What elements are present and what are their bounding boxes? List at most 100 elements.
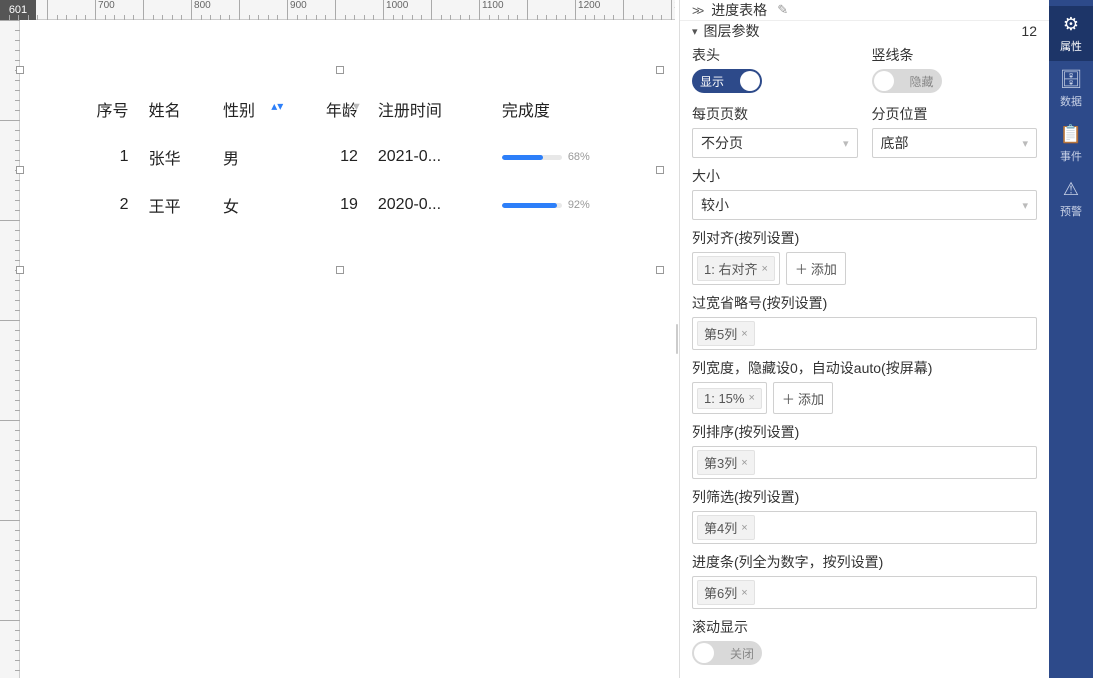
column-header[interactable]: 姓名 xyxy=(141,85,215,133)
cell-reg: 2021-0... xyxy=(370,133,494,181)
cell-name: 王平 xyxy=(141,181,215,229)
resize-handle-tr[interactable] xyxy=(656,66,664,74)
column-header[interactable]: 年龄▼ xyxy=(289,85,370,133)
panel-resize-handle[interactable] xyxy=(675,0,679,678)
rail-icon: 📋 xyxy=(1060,124,1082,145)
cell-gender: 男 xyxy=(215,133,289,181)
canvas-area[interactable]: 601 序号姓名性别▴▾年龄▼注册时间完成度 1张华男122021-0...68… xyxy=(0,0,675,678)
cell-idx: 2 xyxy=(60,181,141,229)
tagbox-ellipsis[interactable]: 第5列× xyxy=(692,317,1037,350)
tag-remove-icon[interactable]: × xyxy=(741,328,747,340)
toggle-scroll[interactable]: 关闭 xyxy=(692,641,762,665)
toggle-vline[interactable]: 隐藏 xyxy=(872,69,942,93)
rail-icon: 🗄 xyxy=(1060,69,1083,90)
table-row[interactable]: 2王平女192020-0...92% xyxy=(60,181,655,229)
right-icon-rail: ⚙ 属性 🗄 数据 📋 事件 ⚠预警 xyxy=(1049,0,1093,678)
chevron-down-icon: ▾ xyxy=(1022,199,1028,212)
tag-align-text: 1: 右对齐 xyxy=(704,259,757,278)
toggle-scroll-label: 关闭 xyxy=(730,645,754,662)
rail-tab-属性[interactable]: ⚙ 属性 xyxy=(1049,6,1093,61)
cell-age: 19 xyxy=(289,181,370,229)
resize-handle-bc[interactable] xyxy=(336,266,344,274)
label-pagesize: 每页页数 xyxy=(692,104,858,124)
tag-align[interactable]: 1: 右对齐 × xyxy=(692,252,780,285)
tagbox-sort[interactable]: 第3列 × xyxy=(692,446,1037,479)
filter-icon[interactable]: ▼ xyxy=(351,101,362,113)
select-pagesize-value: 不分页 xyxy=(701,133,743,153)
rail-icon: ⚙ xyxy=(1063,14,1079,35)
column-header[interactable]: 完成度 xyxy=(494,85,655,133)
cell-gender: 女 xyxy=(215,181,289,229)
add-button-label: 添加 xyxy=(811,259,837,278)
ruler-horizontal: 601 xyxy=(0,0,675,20)
sort-icon[interactable]: ▴▾ xyxy=(271,99,283,113)
toggle-header[interactable]: 显示 xyxy=(692,69,762,93)
tag-remove-icon[interactable]: × xyxy=(741,522,747,534)
label-sort: 列排序(按列设置) xyxy=(692,422,1037,442)
tagbox-progress[interactable]: 第6列 × xyxy=(692,576,1037,609)
select-size[interactable]: 较小 ▾ xyxy=(692,190,1037,220)
ruler-vertical xyxy=(0,20,20,678)
resize-handle-mr[interactable] xyxy=(656,166,664,174)
label-ellipsis: 过宽省略号(按列设置) xyxy=(692,293,1037,313)
select-pagerpos-value: 底部 xyxy=(881,133,909,153)
tag-remove-icon[interactable]: × xyxy=(741,587,747,599)
rail-tab-预警[interactable]: ⚠预警 xyxy=(1049,171,1093,226)
tagbox-filter[interactable]: 第4列 × xyxy=(692,511,1037,544)
toggle-knob xyxy=(694,643,714,663)
add-align-button[interactable]: ＋添加 xyxy=(786,252,846,285)
column-header[interactable]: 序号 xyxy=(60,85,141,133)
resize-handle-tc[interactable] xyxy=(336,66,344,74)
tag-progress-text: 第6列 xyxy=(704,583,737,602)
resize-handle-br[interactable] xyxy=(656,266,664,274)
label-pagerpos: 分页位置 xyxy=(872,104,1038,124)
section-label: 图层参数 xyxy=(704,21,760,41)
label-size: 大小 xyxy=(692,166,1037,186)
resize-handle-ml[interactable] xyxy=(16,166,24,174)
rail-tab-事件[interactable]: 📋 事件 xyxy=(1049,116,1093,171)
tag-remove-icon[interactable]: × xyxy=(761,263,767,275)
panel-title: 进度表格 xyxy=(711,0,767,20)
toggle-knob xyxy=(874,71,894,91)
rail-label: 数据 xyxy=(1060,93,1082,109)
cell-progress: 68% xyxy=(494,133,655,181)
caret-down-icon: ▾ xyxy=(692,25,698,38)
column-header[interactable]: 性别▴▾ xyxy=(215,85,289,133)
section-layer-params[interactable]: ▾ 图层参数 12 xyxy=(680,21,1049,41)
rail-icon: ⚠ xyxy=(1063,179,1079,200)
table-row[interactable]: 1张华男122021-0...68% xyxy=(60,133,655,181)
label-header: 表头 xyxy=(692,45,858,65)
label-align: 列对齐(按列设置) xyxy=(692,228,1037,248)
tag-sort-text: 第3列 xyxy=(704,453,737,472)
section-count: 12 xyxy=(1021,23,1037,39)
panel-header: >> 进度表格 ✎ xyxy=(680,0,1049,21)
select-pagesize[interactable]: 不分页 ▾ xyxy=(692,128,858,158)
edit-title-icon[interactable]: ✎ xyxy=(777,2,788,18)
cell-idx: 1 xyxy=(60,133,141,181)
label-vline: 竖线条 xyxy=(872,45,1038,65)
properties-panel: >> 进度表格 ✎ ▾ 图层参数 12 表头 显示 竖线条 隐藏 xyxy=(679,0,1049,678)
tag-width-text: 1: 15% xyxy=(704,391,744,406)
plus-icon: ＋ xyxy=(782,389,795,408)
resize-handle-tl[interactable] xyxy=(16,66,24,74)
tag-width[interactable]: 1: 15% × xyxy=(692,382,767,414)
tag-filter-text: 第4列 xyxy=(704,518,737,537)
rail-tab-数据[interactable]: 🗄 数据 xyxy=(1049,61,1093,116)
add-width-button[interactable]: ＋添加 xyxy=(773,382,833,414)
add-button-label: 添加 xyxy=(798,389,824,408)
select-size-value: 较小 xyxy=(701,195,729,215)
toggle-vline-label: 隐藏 xyxy=(909,73,933,90)
cell-reg: 2020-0... xyxy=(370,181,494,229)
chevron-down-icon: ▾ xyxy=(1022,137,1028,150)
resize-handle-bl[interactable] xyxy=(16,266,24,274)
select-pagerpos[interactable]: 底部 ▾ xyxy=(872,128,1038,158)
cell-progress: 92% xyxy=(494,181,655,229)
rail-label: 事件 xyxy=(1060,148,1082,164)
tag-remove-icon[interactable]: × xyxy=(741,457,747,469)
rail-label: 属性 xyxy=(1060,38,1082,54)
column-header[interactable]: 注册时间 xyxy=(370,85,494,133)
toggle-knob xyxy=(740,71,760,91)
progress-table[interactable]: 序号姓名性别▴▾年龄▼注册时间完成度 1张华男122021-0...68%2王平… xyxy=(60,85,655,229)
collapse-panel-icon[interactable]: >> xyxy=(692,3,701,18)
tag-remove-icon[interactable]: × xyxy=(748,392,754,404)
